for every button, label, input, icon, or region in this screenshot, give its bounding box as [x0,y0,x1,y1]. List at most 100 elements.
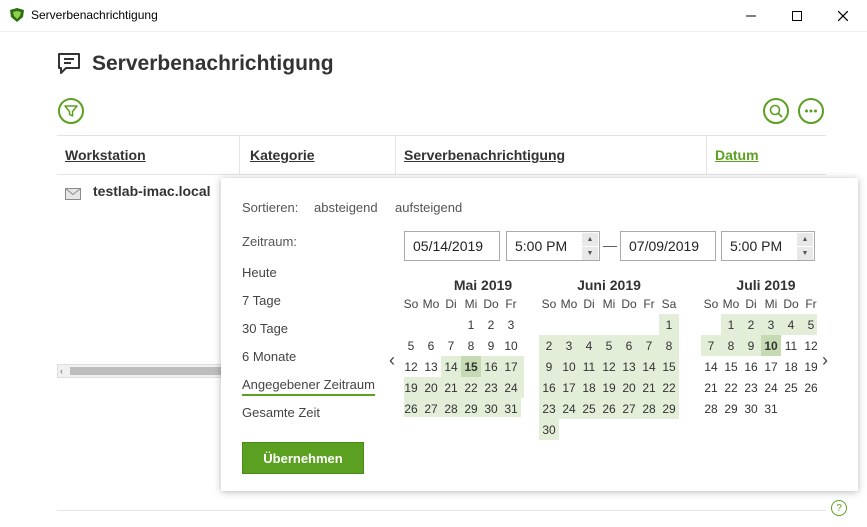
calendar-day[interactable]: 25 [781,377,801,398]
calendar-day[interactable]: 2 [539,335,559,356]
maximize-button[interactable] [774,0,820,31]
calendar-day[interactable]: 1 [659,314,679,335]
help-icon[interactable]: ? [831,500,847,516]
scroll-left-icon[interactable]: ‹ [60,366,63,376]
calendar-day[interactable]: 5 [599,335,619,356]
to-date-field[interactable]: 07/09/2019 [620,231,716,261]
calendar-day[interactable]: 15 [659,356,679,377]
calendar-day[interactable]: 15 [461,356,481,377]
spin-up-icon[interactable]: ▲ [797,233,813,246]
calendar-day[interactable]: 19 [599,377,619,398]
calendar-day[interactable]: 10 [501,335,521,356]
calendar-day[interactable]: 26 [404,398,421,417]
calendar-day[interactable]: 28 [441,398,461,417]
calendar-day[interactable]: 14 [441,356,461,377]
calendar-day[interactable]: 31 [501,398,521,417]
calendar-day[interactable]: 16 [741,356,761,377]
column-workstation[interactable]: Workstation [65,136,245,174]
preset-all-time[interactable]: Gesamte Zeit [242,405,320,420]
preset-6-months[interactable]: 6 Monate [242,349,296,364]
calendar-day[interactable]: 10 [559,356,579,377]
calendar-day[interactable]: 19 [404,377,421,398]
calendar-day[interactable]: 4 [781,314,801,335]
calendar-day[interactable]: 22 [461,377,481,398]
calendar-day[interactable]: 11 [521,335,524,356]
calendar-day[interactable]: 7 [701,335,721,356]
calendar-day[interactable]: 29 [659,398,679,419]
calendar-day[interactable]: 30 [539,419,559,440]
more-button[interactable] [798,98,824,124]
calendar-day[interactable]: 24 [559,398,579,419]
calendar-day[interactable]: 30 [481,398,501,417]
calendar-day[interactable]: 6 [619,335,639,356]
calendar-day[interactable]: 9 [539,356,559,377]
calendar-day[interactable]: 5 [404,335,421,356]
calendar-day[interactable]: 26 [599,398,619,419]
calendar-day[interactable]: 7 [639,335,659,356]
calendar-day[interactable]: 31 [761,398,781,417]
close-button[interactable] [820,0,866,31]
calendar-day[interactable]: 8 [659,335,679,356]
calendar-day[interactable]: 22 [659,377,679,398]
calendar-day[interactable]: 26 [801,377,817,398]
preset-30-days[interactable]: 30 Tage [242,321,288,336]
calendar-day[interactable]: 17 [501,356,521,377]
to-time-field[interactable]: 5:00 PM ▲ ▼ [721,231,815,261]
calendar-day[interactable]: 12 [404,356,421,377]
calendar-day[interactable]: 23 [539,398,559,419]
calendar-day[interactable]: 2 [481,314,501,335]
sort-descending-option[interactable]: absteigend [314,200,378,215]
calendar-day[interactable]: 25 [579,398,599,419]
scrollbar-thumb[interactable] [70,367,230,375]
spin-down-icon[interactable]: ▼ [797,247,813,260]
column-serverbenachrichtigung[interactable]: Serverbenachrichtigung [395,136,706,174]
calendar-day[interactable]: 4 [521,314,524,335]
calendar-day[interactable]: 21 [701,377,721,398]
calendar-day[interactable]: 15 [721,356,741,377]
calendar-day[interactable]: 28 [701,398,721,417]
from-date-field[interactable]: 05/14/2019 [404,231,500,261]
calendar-next-icon[interactable]: › [822,350,828,371]
calendar-day[interactable]: 29 [461,398,481,417]
column-kategorie[interactable]: Kategorie [239,136,395,174]
spin-down-icon[interactable]: ▼ [582,247,598,260]
apply-button[interactable]: Übernehmen [242,442,364,474]
calendar-day[interactable]: 25 [521,377,524,398]
calendar-day[interactable]: 21 [639,377,659,398]
calendar-day[interactable]: 30 [741,398,761,417]
calendar-day[interactable]: 20 [421,377,441,398]
preset-today[interactable]: Heute [242,265,277,280]
calendar-day[interactable]: 11 [781,335,801,356]
calendar-day[interactable]: 21 [441,377,461,398]
search-button[interactable] [763,98,789,124]
calendar-day[interactable]: 11 [579,356,599,377]
minimize-button[interactable] [728,0,774,31]
calendar-day[interactable]: 14 [701,356,721,377]
calendar-day[interactable]: 13 [619,356,639,377]
from-time-spinner[interactable]: ▲ ▼ [582,233,598,261]
calendar-day[interactable]: 4 [579,335,599,356]
calendar-day[interactable]: 1 [721,314,741,335]
filter-button[interactable] [58,98,84,124]
calendar-day[interactable]: 23 [741,377,761,398]
to-time-spinner[interactable]: ▲ ▼ [797,233,813,261]
calendar-day[interactable]: 19 [801,356,817,377]
calendar-day[interactable]: 17 [559,377,579,398]
calendar-day[interactable]: 24 [501,377,521,398]
column-datum[interactable]: Datum [706,136,826,174]
calendar-day[interactable]: 20 [619,377,639,398]
calendar-day[interactable]: 9 [481,335,501,356]
calendar-day[interactable]: 12 [801,335,817,356]
calendar-day[interactable]: 17 [761,356,781,377]
calendar-day[interactable]: 8 [721,335,741,356]
preset-7-days[interactable]: 7 Tage [242,293,281,308]
calendar-prev-icon[interactable]: ‹ [389,350,395,371]
calendar-day[interactable]: 14 [639,356,659,377]
calendar-day[interactable]: 1 [461,314,481,335]
calendar-day[interactable]: 13 [421,356,441,377]
sort-ascending-option[interactable]: aufsteigend [395,200,462,215]
calendar-day[interactable]: 27 [421,398,441,417]
calendar-day[interactable]: 18 [579,377,599,398]
calendar-day[interactable]: 7 [441,335,461,356]
calendar-day[interactable]: 3 [559,335,579,356]
